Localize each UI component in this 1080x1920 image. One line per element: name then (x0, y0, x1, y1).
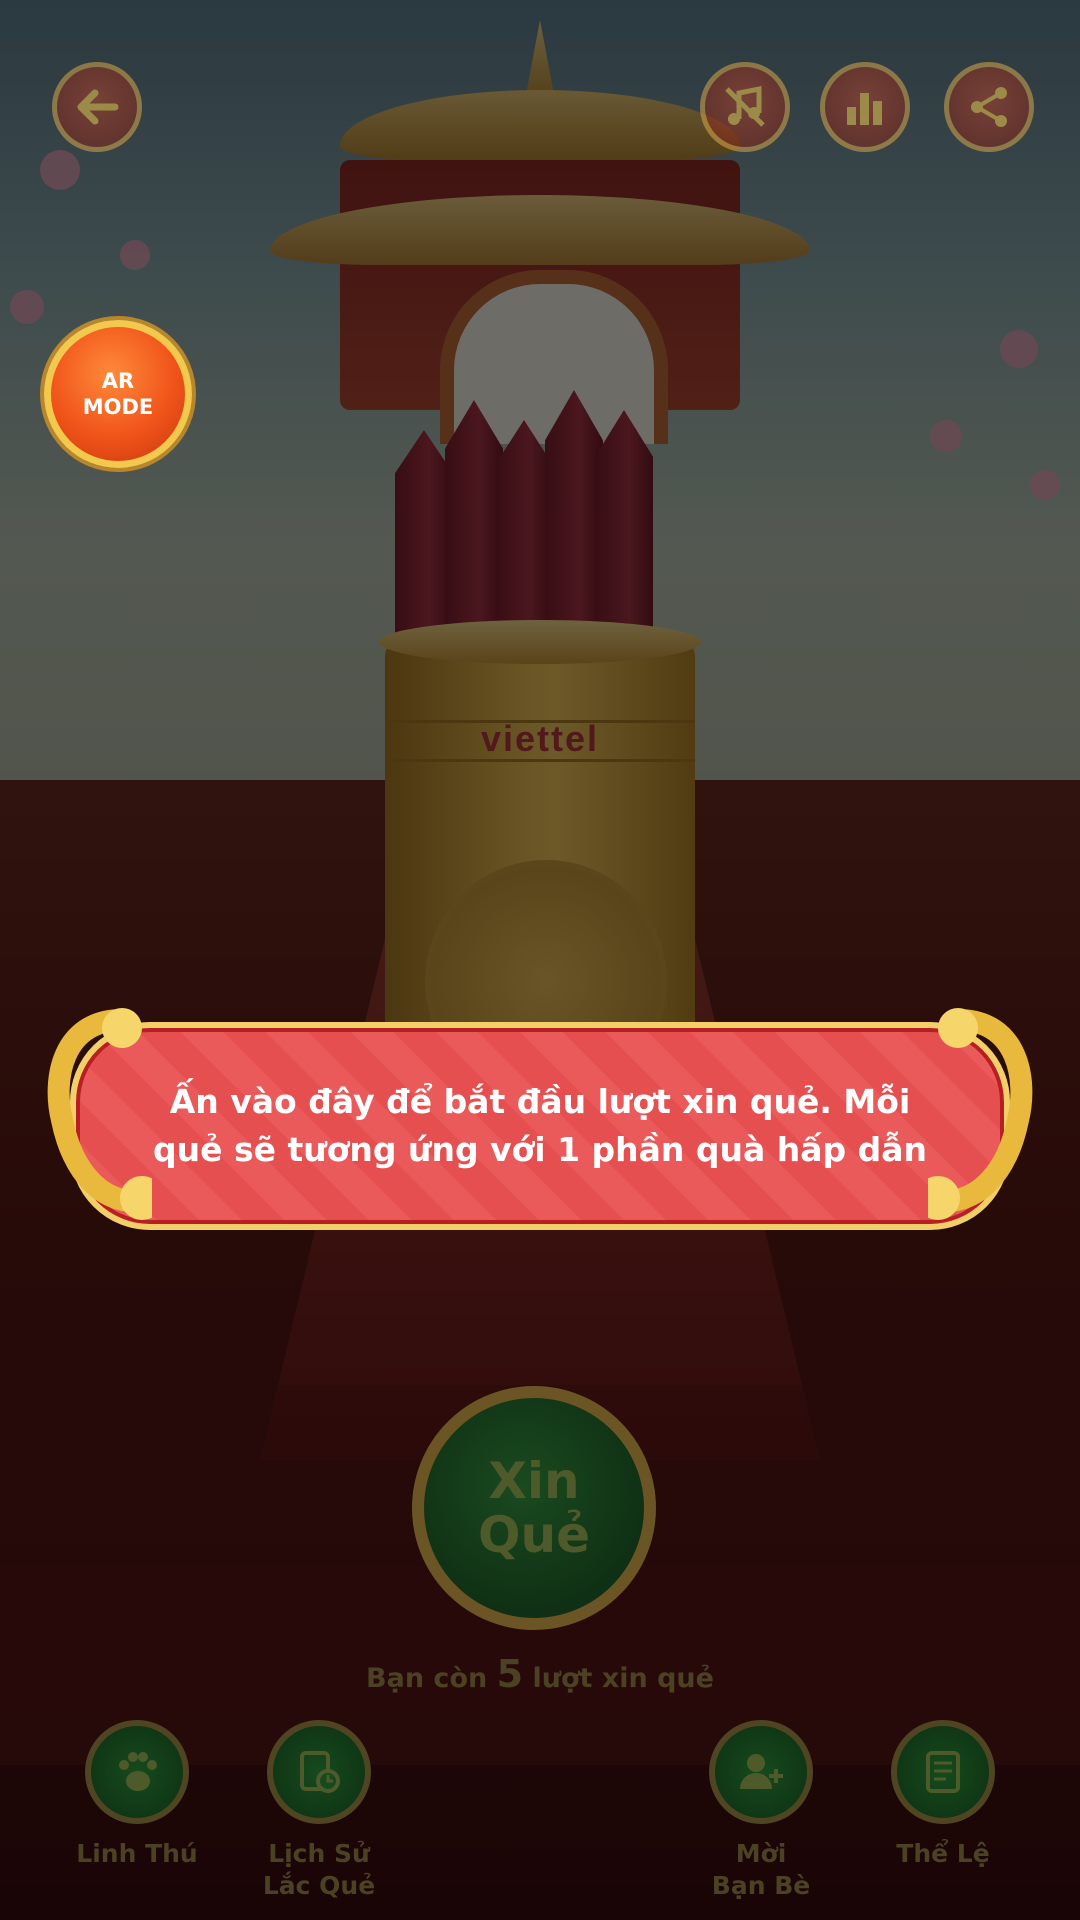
ar-mode-label: AR MODE (82, 369, 154, 419)
paw-icon (85, 1720, 189, 1824)
remaining-turns: Bạn còn 5 lượt xin quẻ (0, 1652, 1080, 1696)
xin-que-button[interactable]: Xin Quẻ (412, 1386, 656, 1630)
tooltip-text: Ấn vào đây để bắt đầu lượt xin quẻ. Mỗi … (152, 1082, 928, 1169)
nav-linh-thu[interactable]: Linh Thú (52, 1720, 222, 1870)
leaderboard-button[interactable] (820, 62, 910, 152)
tutorial-overlay (0, 0, 1080, 1920)
ar-mode-button[interactable]: AR MODE (44, 320, 192, 468)
nav-lich-su[interactable]: Lịch Sử Lắc Quẻ (234, 1720, 404, 1902)
tooltip-box: Ấn vào đây để bắt đầu lượt xin quẻ. Mỗi … (70, 1022, 1010, 1230)
scroll-rules-icon (891, 1720, 995, 1824)
add-friend-icon (709, 1720, 813, 1824)
turns-prefix: Bạn còn (366, 1663, 488, 1694)
gold-scroll-ornament-left (42, 1000, 164, 1230)
nav-label: Mời Bạn Bè (711, 1839, 811, 1900)
music-off-icon (725, 85, 765, 127)
xin-que-label: Xin Quẻ (477, 1452, 590, 1564)
nav-label: Thể Lệ (896, 1839, 990, 1868)
nav-label: Linh Thú (76, 1839, 198, 1868)
nav-the-le[interactable]: Thể Lệ (858, 1720, 1028, 1870)
turns-suffix: lượt xin quẻ (532, 1663, 714, 1694)
arrow-left-icon (77, 89, 119, 125)
share-icon (971, 87, 1007, 127)
nav-label: Lịch Sử Lắc Quẻ (262, 1839, 376, 1900)
turns-count: 5 (496, 1652, 524, 1696)
share-button[interactable] (944, 62, 1034, 152)
back-button[interactable] (52, 62, 142, 152)
bar-chart-icon (847, 93, 882, 125)
gold-scroll-ornament-right (916, 1000, 1038, 1230)
mute-music-button[interactable] (700, 62, 790, 152)
history-icon (267, 1720, 371, 1824)
tutorial-tooltip: Ấn vào đây để bắt đầu lượt xin quẻ. Mỗi … (42, 1000, 1038, 1255)
nav-moi-ban-be[interactable]: Mời Bạn Bè (676, 1720, 846, 1902)
game-background: viettel (0, 0, 1080, 1920)
